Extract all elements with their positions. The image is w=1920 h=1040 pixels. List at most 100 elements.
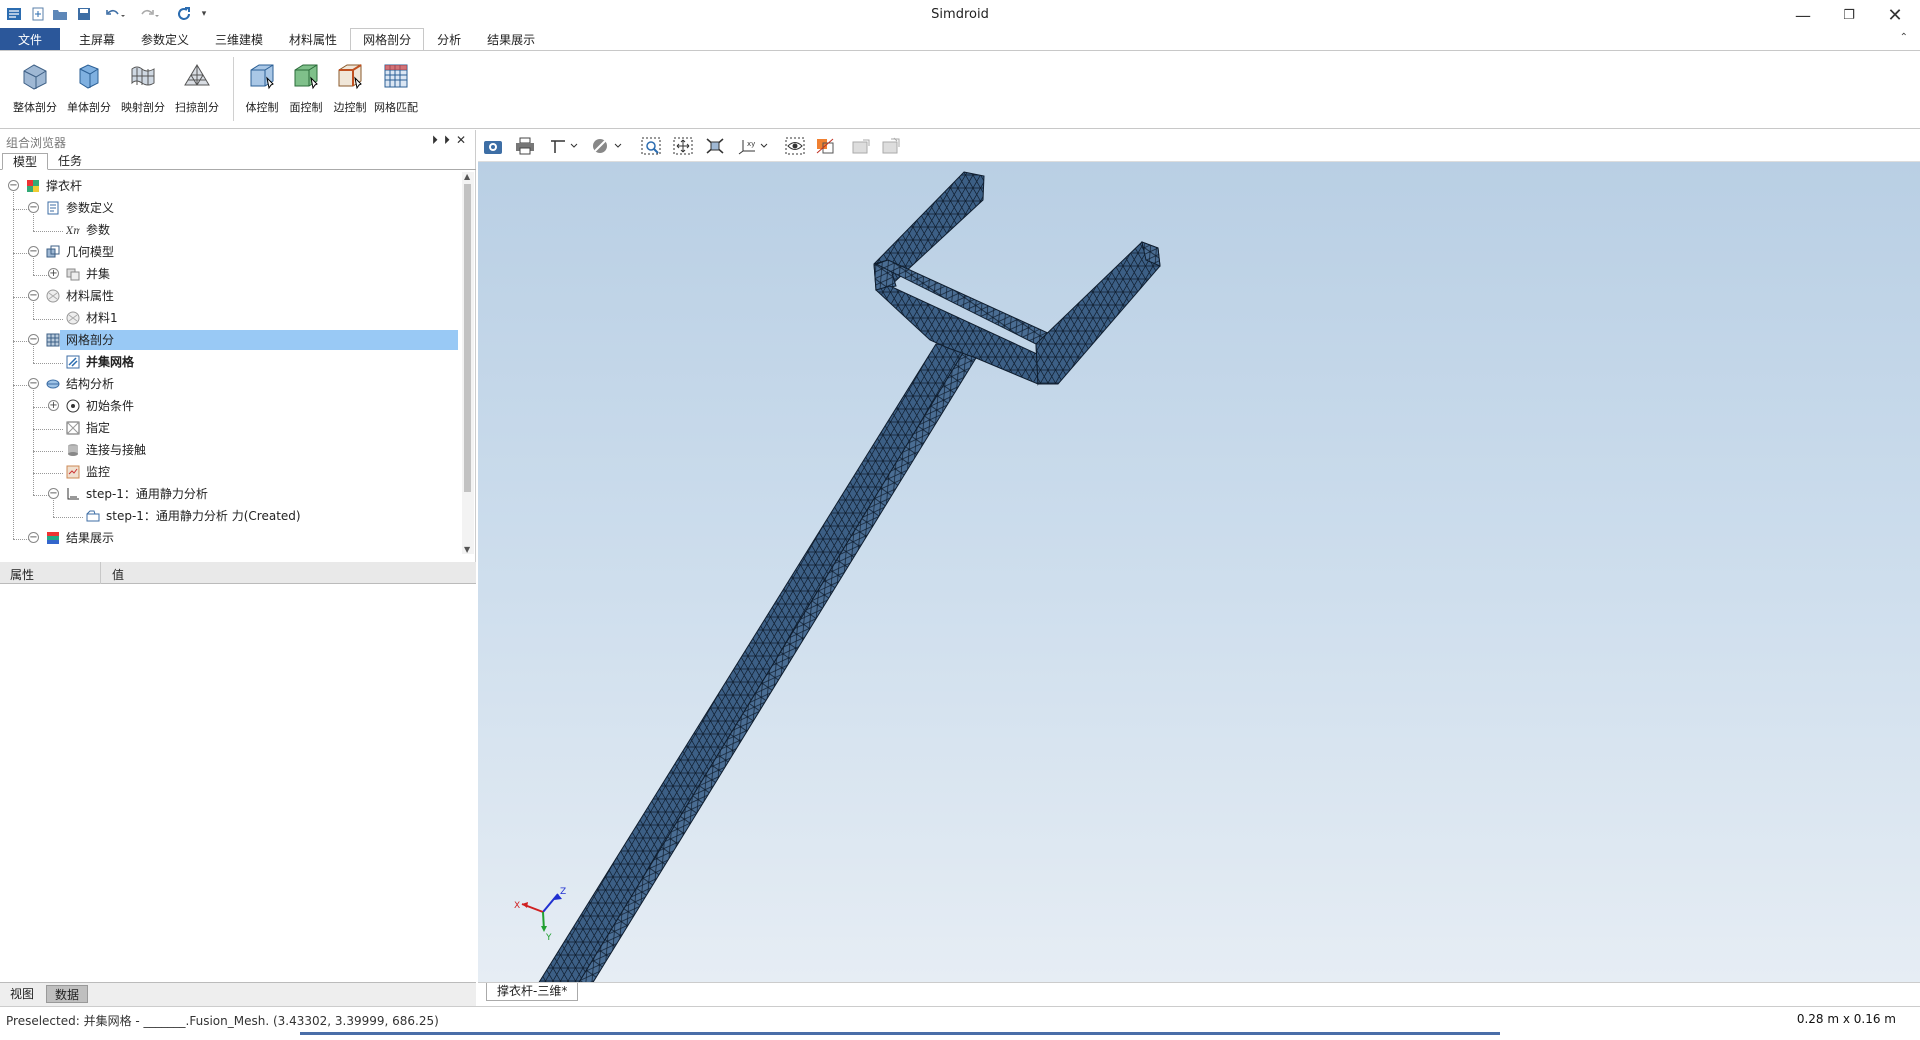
scroll-up-icon[interactable]: ▲ [464,172,470,181]
collapse-node-icon[interactable]: − [28,246,39,257]
tab-results[interactable]: 结果展示 [474,28,548,51]
tab-home[interactable]: 主屏幕 [66,28,128,51]
tree-item-label: 参数定义 [66,201,115,215]
tree-scrollbar[interactable]: ▲ ▼ [462,172,474,554]
mesh-icon [46,333,60,347]
tab-parameters[interactable]: 参数定义 [128,28,202,51]
tree-item[interactable]: + 并集 [48,264,111,284]
print-icon[interactable] [514,135,536,157]
tree-item[interactable]: 连接与接触 [68,440,147,460]
expand-icon[interactable]: + [48,268,59,279]
tree-item[interactable]: − 材料属性 [28,286,115,306]
scroll-down-icon[interactable]: ▼ [464,545,470,554]
tab-3d-view[interactable]: 撑衣杆-三维* [486,983,579,1001]
mesh-match-button[interactable]: 网格匹配 [370,59,422,117]
panel-close-icon[interactable]: ✕ [456,133,472,147]
tree-item[interactable]: + 初始条件 [48,396,134,416]
load-icon [86,509,100,523]
tree-item[interactable]: − 结构分析 [28,374,114,394]
results-icon [46,531,60,545]
collapse-node-icon[interactable]: − [28,334,39,345]
collapse-node-icon[interactable]: − [8,180,19,191]
bottom-strip [0,1032,1920,1040]
zoom-box-icon[interactable] [640,135,662,157]
mesh-model[interactable]: Z X Y [478,162,1920,982]
union-icon [66,267,80,281]
collapse-node-icon[interactable]: − [28,532,39,543]
3d-viewport[interactable]: Z X Y [478,162,1920,982]
tab-file[interactable]: 文件 [0,28,60,51]
tree-item[interactable]: 监控 [66,462,111,482]
ribbon-button-label: 映射剖分 [121,101,165,114]
restore-icon[interactable]: ❐ [1826,0,1872,30]
mesh-mapped-button[interactable]: 映射剖分 [117,59,169,117]
tree-item[interactable]: 并集网格 [66,352,134,372]
tree-item[interactable]: step-1：通用静力分析 力(Created) [86,506,301,526]
mesh-whole-button[interactable]: 整体剖分 [9,59,61,117]
collapse-ribbon-icon[interactable]: ⌃ [1900,32,1908,43]
axis-orientation-icon[interactable]: xy [736,135,772,157]
collapse-node-icon[interactable]: − [28,290,39,301]
collapse-node-icon[interactable]: − [28,202,39,213]
collapse-node-icon[interactable]: − [28,378,39,389]
view-axis-icon[interactable] [546,135,582,157]
mesh-sweep-button[interactable]: 扫掠剖分 [171,59,223,117]
tree-item[interactable]: 指定 [66,418,111,438]
tree-item-label: 连接与接触 [86,443,147,457]
tree-item[interactable]: − 撑衣杆 [8,176,82,196]
tab-tasks[interactable]: 任务 [48,153,92,170]
status-bar: Preselected: 并集网格 - _______.Fusion_Mesh.… [0,1006,1920,1032]
tab-data[interactable]: 数据 [46,985,89,1003]
fit-selection-icon[interactable] [704,135,726,157]
fit-all-icon[interactable] [672,135,694,157]
close-icon[interactable]: ✕ [1872,0,1918,30]
tree-item[interactable]: − 参数定义 [28,198,115,218]
tree-item[interactable]: − step-1：通用静力分析 [48,484,208,504]
tree-item-label: 材料属性 [66,289,115,303]
tree-item-label: 并集 [86,267,111,281]
mesh-mapped-icon [131,66,155,86]
tree-item[interactable]: − 几何模型 [28,242,115,262]
ribbon-button-label: 边控制 [333,101,367,114]
tree-item-label: 几何模型 [66,245,115,259]
ribbon-button-label: 扫掠剖分 [175,101,219,114]
tree-item[interactable]: − 网格剖分 [28,330,458,350]
measure-icon[interactable] [850,135,872,157]
tree-connector [33,473,63,474]
tree-item-label: 指定 [86,421,111,435]
xm-icon: Xm [65,223,83,237]
expand-icon[interactable]: + [48,400,59,411]
tab-model[interactable]: 模型 [2,153,49,170]
minimize-icon[interactable]: — [1780,0,1826,30]
ribbon-button-label: 整体剖分 [13,101,57,114]
mesh-single-button[interactable]: 单体剖分 [63,59,115,117]
tree-item[interactable]: Xm 参数 [65,220,110,240]
hook-right-arm [1035,241,1161,385]
tree-item-label: 监控 [86,465,111,479]
scrollbar-thumb[interactable] [464,184,471,492]
svg-text:Xm: Xm [66,226,80,237]
screenshot-icon[interactable] [482,135,504,157]
section-icon[interactable] [814,135,836,157]
tree-item-label: step-1：通用静力分析 力(Created) [106,509,301,523]
visibility-icon[interactable] [784,135,806,157]
tree-item[interactable]: 材料1 [66,308,118,328]
material-icon [46,289,60,303]
ribbon-separator [233,57,234,121]
initial-condition-icon [66,399,80,413]
tab-meshing[interactable]: 网格剖分 [350,28,425,51]
edge-control-button[interactable]: 边控制 [324,59,376,117]
tree-connector [53,517,83,518]
draw-style-icon[interactable] [590,135,626,157]
combo-browser-title: 组合浏览器 [6,136,67,150]
clear-measure-icon[interactable] [880,135,902,157]
tab-view[interactable]: 视图 [2,985,42,1003]
tree-item[interactable]: − 结果展示 [28,528,114,548]
tab-3d-modeling[interactable]: 三维建模 [202,28,276,51]
property-table-body [0,584,476,982]
tab-analysis[interactable]: 分析 [424,28,474,51]
dock-icon[interactable]: ⏵⏵ [432,133,456,147]
collapse-node-icon[interactable]: − [48,488,59,499]
axis-x-label: X [514,901,520,911]
tab-material[interactable]: 材料属性 [276,28,350,51]
